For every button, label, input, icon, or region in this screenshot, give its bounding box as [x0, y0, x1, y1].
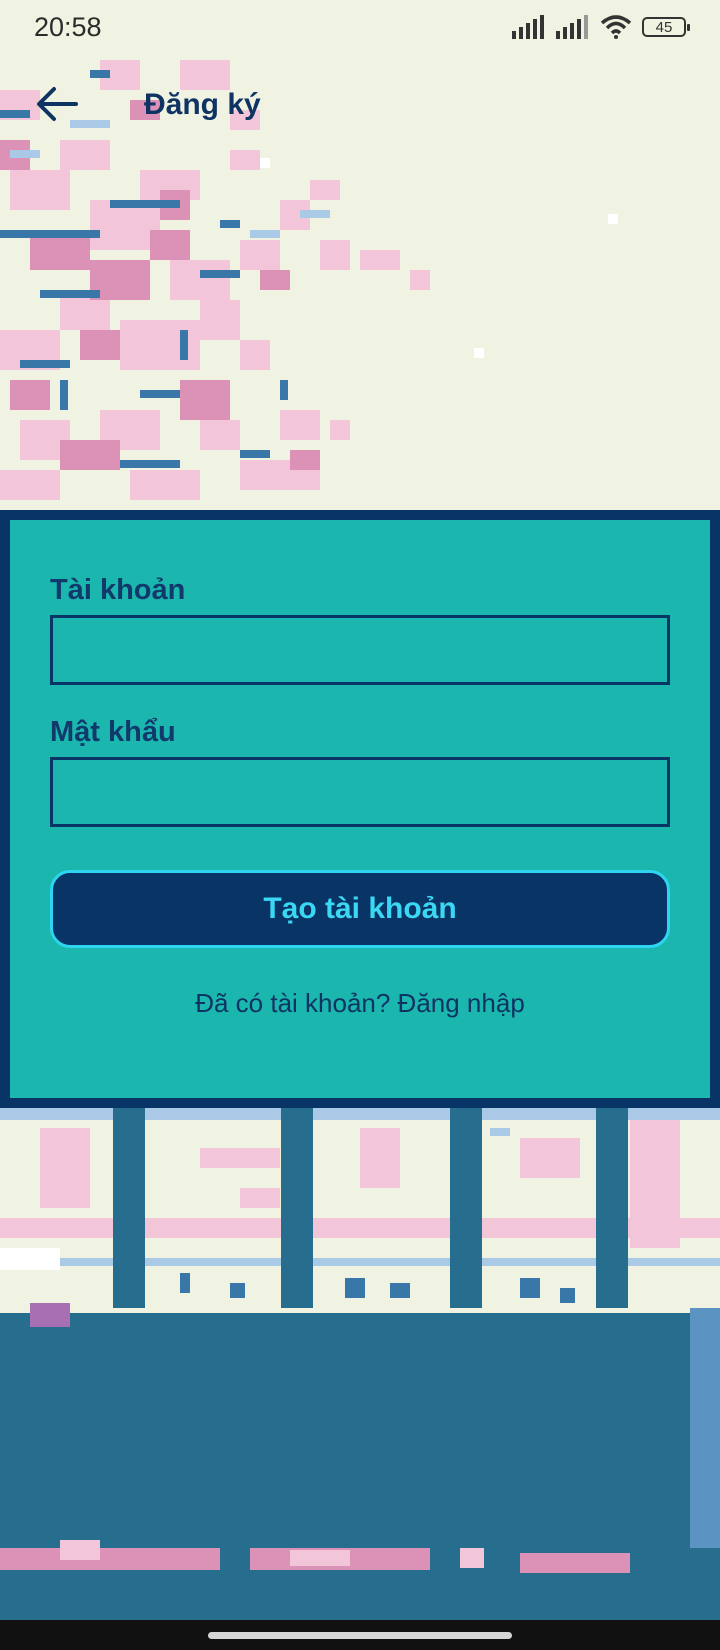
password-label: Mật khẩu	[50, 716, 176, 748]
signal-icon	[512, 15, 544, 39]
login-link[interactable]: Đã có tài khoản? Đăng nhập	[10, 988, 710, 1019]
password-input[interactable]	[50, 757, 670, 827]
page-title: Đăng ký	[144, 88, 261, 121]
battery-level: 45	[655, 18, 673, 36]
arrow-left-icon	[37, 87, 78, 121]
signal-icon-2	[556, 15, 588, 39]
create-account-button[interactable]: Tạo tài khoản	[50, 870, 670, 948]
status-bar: 20:58 45	[0, 0, 720, 54]
wifi-icon	[600, 15, 632, 39]
background-art-bottom	[0, 1108, 720, 1620]
home-indicator[interactable]	[208, 1632, 512, 1639]
app-bar: Đăng ký	[0, 64, 720, 144]
status-icons: 45	[512, 15, 690, 39]
register-panel: Tài khoản Mật khẩu Tạo tài khoản Đã có t…	[0, 510, 720, 1108]
username-label: Tài khoản	[50, 574, 186, 606]
status-time: 20:58	[34, 11, 102, 42]
back-button[interactable]	[34, 84, 80, 124]
battery-icon: 45	[642, 17, 690, 37]
username-input[interactable]	[50, 615, 670, 685]
system-nav-bar	[0, 1620, 720, 1650]
